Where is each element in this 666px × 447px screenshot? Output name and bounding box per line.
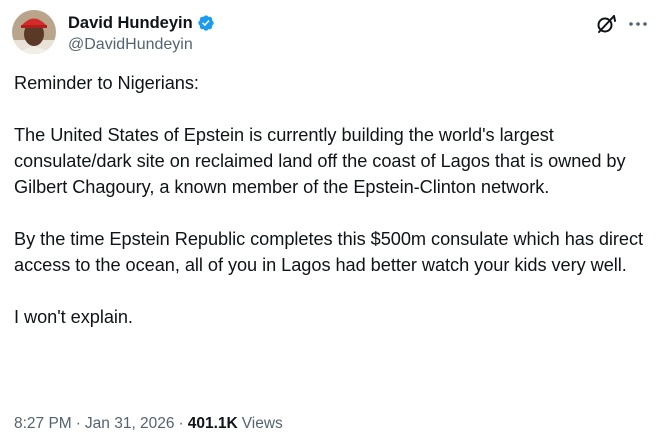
tweet-time[interactable]: 8:27 PM xyxy=(14,415,72,433)
views-count: 401.1K xyxy=(187,415,238,432)
grok-icon[interactable] xyxy=(594,12,618,36)
tweet-header: David Hundeyin @DavidHundeyin xyxy=(12,10,654,58)
profile-photo-icon xyxy=(12,10,56,54)
author-names: David Hundeyin @DavidHundeyin xyxy=(68,12,215,54)
tweet-meta: 8:27 PM · Jan 31, 2026 · 401.1K Views xyxy=(14,415,283,433)
tweet-paragraph: By the time Epstein Republic completes t… xyxy=(14,229,644,275)
author-handle[interactable]: @DavidHundeyin xyxy=(68,36,215,54)
tweet-paragraph: The United States of Epstein is currentl… xyxy=(14,125,626,197)
tweet-date[interactable]: Jan 31, 2026 xyxy=(85,415,175,433)
tweet-paragraph: I won't explain. xyxy=(14,307,133,327)
views-label: Views xyxy=(241,415,283,432)
verified-badge-icon[interactable] xyxy=(197,14,215,32)
meta-separator: · xyxy=(178,415,184,432)
header-actions xyxy=(594,12,650,36)
avatar[interactable] xyxy=(12,10,56,54)
meta-separator: · xyxy=(75,415,81,432)
more-icon[interactable] xyxy=(626,12,650,36)
display-name[interactable]: David Hundeyin xyxy=(68,14,193,33)
tweet-paragraph: Reminder to Nigerians: xyxy=(14,73,199,93)
tweet-text: Reminder to Nigerians: The United States… xyxy=(14,70,654,356)
tweet: David Hundeyin @DavidHundeyin Reminder t… xyxy=(0,0,666,447)
name-row: David Hundeyin xyxy=(68,12,215,34)
